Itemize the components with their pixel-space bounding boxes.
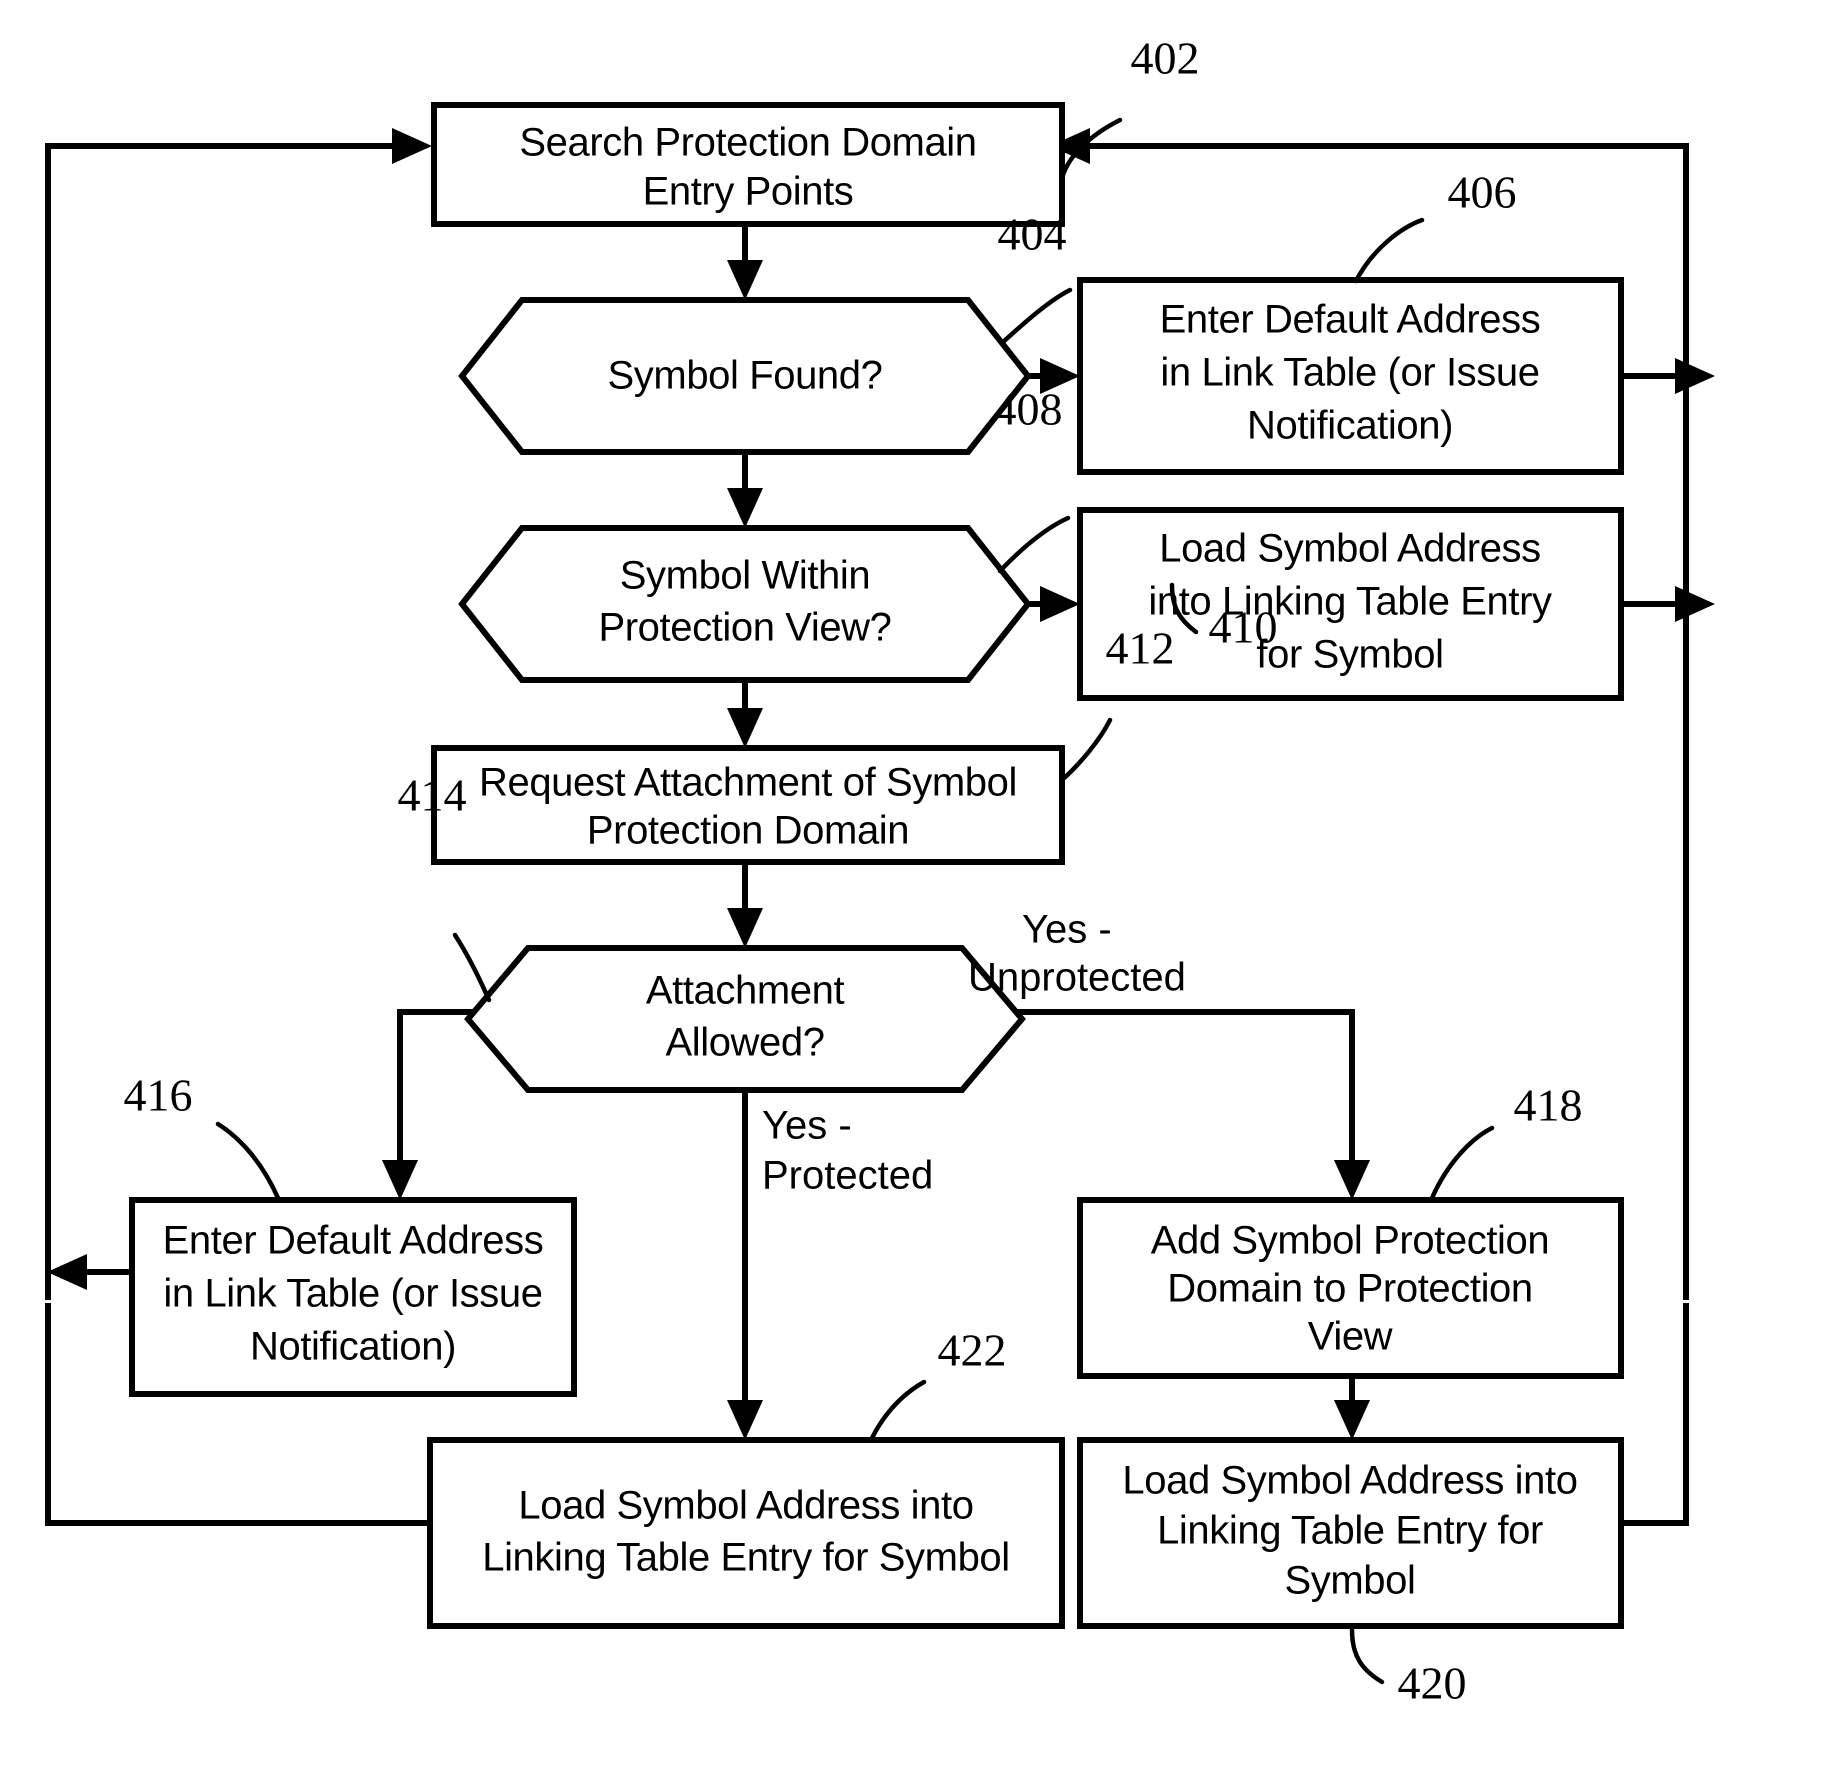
ref-422: 422 [869,1325,1007,1441]
connector-420-to-right-bus [1621,1303,1689,1526]
node-402-line-2: Entry Points [643,170,854,214]
connector-418-to-420 [1334,1376,1370,1440]
connector-414-to-422 [727,1090,763,1440]
connector-return-left [45,128,432,1300]
node-420-line-2: Linking Table Entry for [1157,1509,1543,1553]
ref-420: 420 [1349,1627,1467,1709]
ref-404: 404 [998,209,1073,346]
ref-412-number: 412 [1106,623,1175,674]
connector-404-to-408 [727,452,763,528]
node-406-line-1: Enter Default Address [1160,298,1541,342]
arrowhead-416-exit [47,1254,87,1290]
arrowhead-into-422 [727,1400,763,1440]
ref-416-number: 416 [124,1070,193,1121]
node-416-line-1: Enter Default Address [163,1219,544,1263]
node-406[interactable]: Enter Default Address in Link Table (or … [1077,277,1624,475]
connector-406-to-right-bus [1621,358,1715,394]
node-414-line-2: Allowed? [665,1021,824,1065]
edge-label-yes-protected-line-2: Protected [762,1154,933,1198]
ref-408: 408 [994,384,1071,574]
ref-414-number: 414 [398,770,467,821]
ref-418: 418 [1429,1080,1583,1201]
node-416-line-3: Notification) [250,1325,456,1369]
node-420-line-1: Load Symbol Address into [1122,1459,1577,1503]
arrowhead-into-418 [1334,1160,1370,1200]
arrowhead-into-420 [1334,1400,1370,1440]
node-418[interactable]: Add Symbol Protection Domain to Protecti… [1077,1197,1624,1379]
node-416-line-2: in Link Table (or Issue [163,1272,542,1316]
ref-418-number: 418 [1514,1080,1583,1131]
node-418-line-3: View [1308,1315,1393,1359]
arrowhead-410-exit [1675,586,1715,622]
connector-410-to-right-bus [1621,586,1715,622]
node-418-line-1: Add Symbol Protection [1151,1219,1549,1263]
patent-figure: Search Protection Domain Entry Points Sy… [0,0,1830,1776]
edge-label-yes-unprotected-line-2: Unprotected [968,956,1186,1000]
node-412-line-1: Request Attachment of Symbol [479,761,1017,805]
arrowhead-into-408 [727,488,763,528]
edge-label-yes-protected: Yes - Protected [762,1104,933,1198]
ref-404-number: 404 [998,209,1067,260]
connector-402-to-404 [727,224,763,300]
arrowhead-into-416 [382,1160,418,1200]
node-404-line-1: Symbol Found? [608,354,883,398]
node-412-line-2: Protection Domain [587,809,909,853]
node-404[interactable]: Symbol Found? [458,297,1032,455]
node-408[interactable]: Symbol Within Protection View? [458,525,1032,683]
node-406-line-3: Notification) [1247,404,1453,448]
ref-406-number: 406 [1448,167,1517,218]
node-418-line-2: Domain to Protection [1167,1267,1533,1311]
ref-420-number: 420 [1398,1658,1467,1709]
connector-408-to-412 [727,680,763,748]
edge-label-yes-unprotected-line-1: Yes - [1022,908,1112,952]
node-414[interactable]: Attachment Allowed? [464,945,1026,1093]
arrowhead-into-414 [727,908,763,948]
node-422-line-2: Linking Table Entry for Symbol [482,1536,1010,1580]
node-402-line-1: Search Protection Domain [519,121,976,165]
node-408-line-1: Symbol Within [620,554,870,598]
arrowhead-into-412 [727,708,763,748]
node-420-line-3: Symbol [1285,1559,1416,1603]
node-414-line-1: Attachment [646,969,845,1013]
ref-408-number: 408 [994,384,1063,435]
edge-label-yes-protected-line-1: Yes - [762,1104,852,1148]
node-422-line-1: Load Symbol Address into [518,1484,973,1528]
connector-416-to-left-bus [47,1254,132,1290]
node-416[interactable]: Enter Default Address in Link Table (or … [129,1197,577,1397]
node-410-line-3: for Symbol [1256,633,1443,677]
arrowhead-406-exit [1675,358,1715,394]
arrowhead-into-402-left [392,128,432,164]
node-412[interactable]: Request Attachment of Symbol Protection … [431,745,1065,865]
connector-414-to-418 [966,1009,1370,1200]
ref-410-number: 410 [1209,602,1278,653]
ref-406: 406 [1353,167,1517,284]
ref-402-number: 402 [1131,33,1200,84]
connector-412-to-414 [727,862,763,948]
ref-422-number: 422 [938,1325,1007,1376]
ref-416: 416 [124,1070,281,1201]
node-422[interactable]: Load Symbol Address into Linking Table E… [427,1437,1065,1629]
arrowhead-into-404 [727,260,763,300]
edge-label-yes-unprotected: Yes - Unprotected [968,908,1186,1000]
node-406-line-2: in Link Table (or Issue [1160,351,1539,395]
flowchart-canvas: Search Protection Domain Entry Points Sy… [45,33,1715,1709]
node-402[interactable]: Search Protection Domain Entry Points [431,102,1065,227]
node-410-line-1: Load Symbol Address [1159,527,1541,571]
node-408-line-2: Protection View? [598,606,891,650]
node-420[interactable]: Load Symbol Address into Linking Table E… [1077,1437,1624,1629]
arrowhead-into-410 [1040,586,1080,622]
